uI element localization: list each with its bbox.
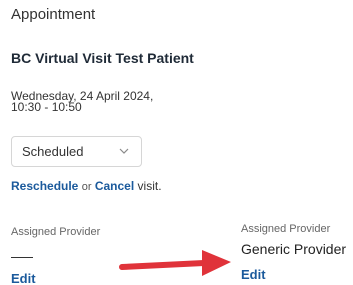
chevron-down-icon (119, 148, 129, 154)
visit-text: visit. (137, 179, 162, 193)
status-select[interactable]: Scheduled (11, 136, 142, 167)
visit-actions: Reschedule or Cancel visit. (11, 179, 162, 193)
annotation-arrow-icon (119, 250, 231, 276)
assigned-provider-value: Generic Provider (241, 241, 347, 257)
assigned-provider-label: Assigned Provider (241, 223, 331, 235)
cancel-link[interactable]: Cancel (95, 179, 134, 193)
page-title: Appointment (11, 6, 96, 23)
reschedule-link[interactable]: Reschedule (11, 179, 78, 193)
status-select-value: Scheduled (22, 144, 84, 159)
or-text: or (81, 181, 92, 193)
edit-provider-link-right[interactable]: Edit (241, 267, 266, 282)
arrow-shaft (119, 260, 207, 270)
empty-provider-value (11, 257, 33, 258)
edit-provider-link-left[interactable]: Edit (11, 271, 36, 285)
patient-name: BC Virtual Visit Test Patient (11, 50, 194, 66)
appointment-time: 10:30 - 10:50 (11, 100, 82, 114)
arrow-head (202, 250, 231, 276)
assigned-provider-label: Assigned Provider (11, 226, 101, 238)
